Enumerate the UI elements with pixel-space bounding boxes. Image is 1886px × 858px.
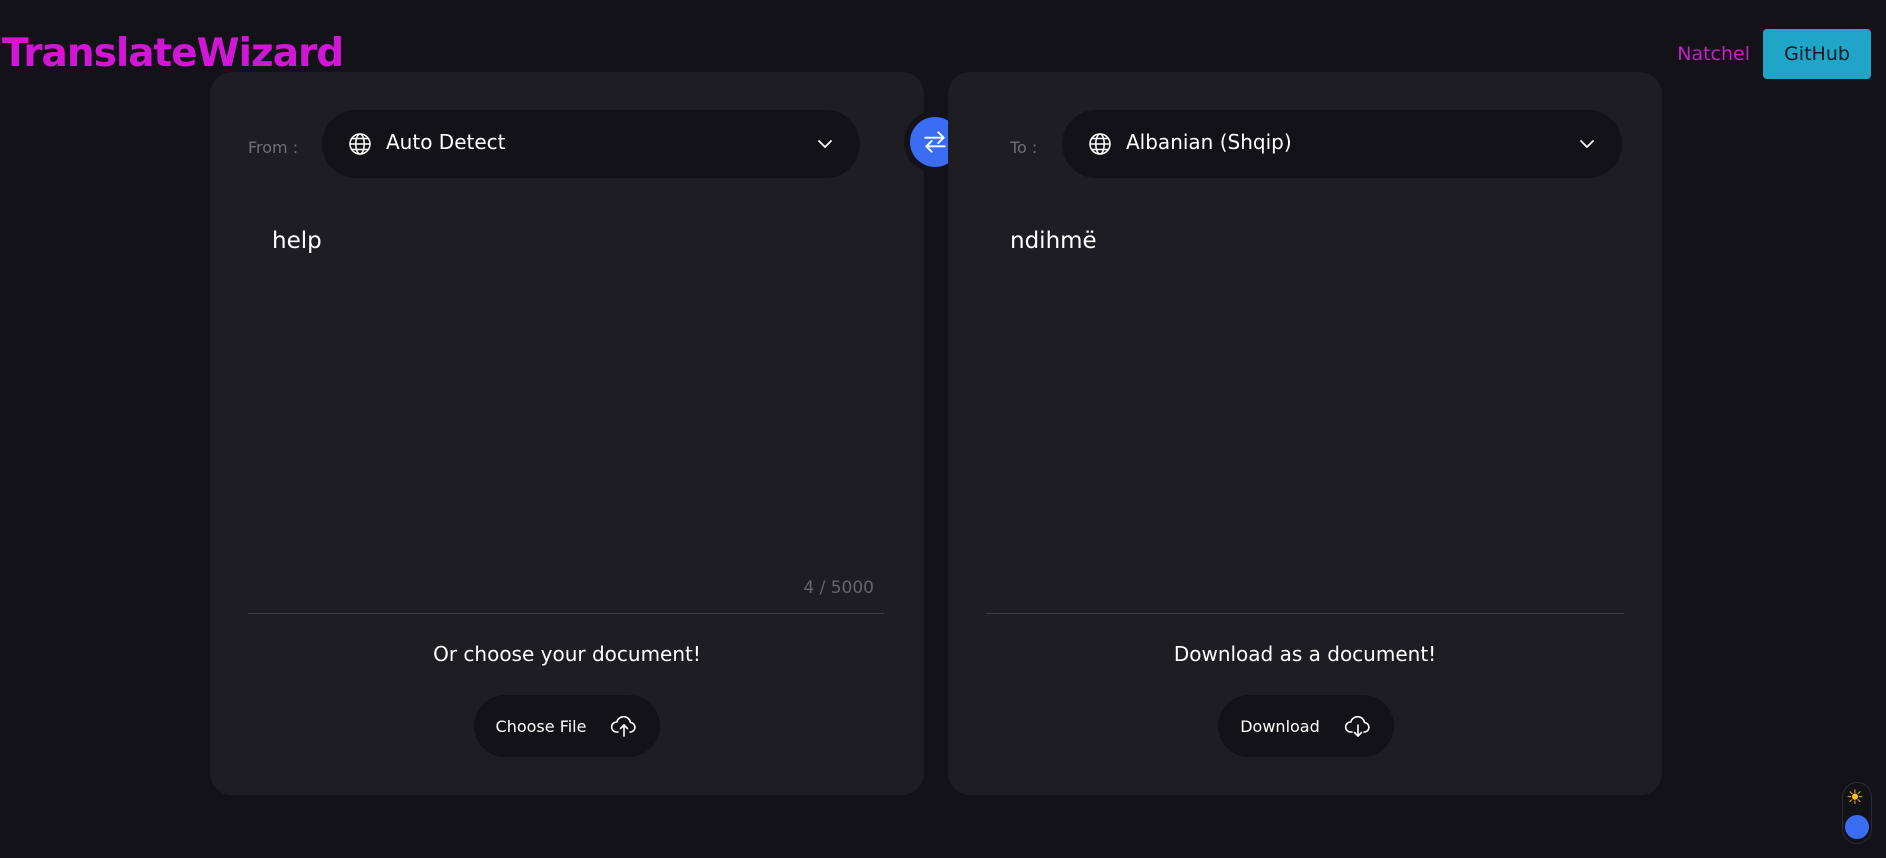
choose-file-label: Choose File [495, 716, 587, 736]
target-panel: To : Albanian (Shqip) ndihmë Download as… [948, 72, 1662, 795]
download-document-caption: Download as a document! [1173, 642, 1437, 666]
source-language-select[interactable]: Auto Detect [322, 110, 860, 178]
translated-text-output: ndihmë [1010, 228, 1097, 254]
download-button[interactable]: Download [1218, 695, 1394, 757]
download-label: Download [1240, 716, 1320, 736]
target-language-row: To : Albanian (Shqip) [948, 110, 1662, 178]
cloud-download-icon [1344, 715, 1370, 737]
swap-icon [924, 131, 946, 153]
from-label: From : [248, 138, 299, 157]
divider [986, 613, 1624, 614]
choose-document-caption: Or choose your document! [433, 642, 701, 666]
globe-icon [1089, 133, 1111, 155]
target-language-value: Albanian (Shqip) [1126, 130, 1292, 154]
character-counter: 4 / 5000 [803, 578, 874, 598]
source-panel: From : Auto Detect help 4 / 5000 Or choo… [210, 72, 924, 795]
divider [248, 613, 884, 614]
chevron-down-icon [1580, 140, 1594, 148]
source-language-row: From : Auto Detect [210, 110, 924, 178]
source-language-value: Auto Detect [386, 130, 506, 154]
choose-file-button[interactable]: Choose File [474, 695, 660, 757]
author-link[interactable]: Natchel [1677, 43, 1750, 65]
sun-icon: ☀ [1846, 785, 1864, 809]
cloud-upload-icon [611, 715, 637, 737]
chevron-down-icon [818, 140, 832, 148]
to-label: To : [1010, 138, 1038, 157]
theme-toggle[interactable]: ☀ [1842, 782, 1872, 844]
source-text-input[interactable]: help [272, 228, 872, 528]
target-language-select[interactable]: Albanian (Shqip) [1062, 110, 1622, 178]
toggle-knob [1845, 815, 1869, 839]
top-nav: Natchel GitHub [1677, 29, 1871, 79]
globe-icon [349, 133, 371, 155]
github-button[interactable]: GitHub [1763, 29, 1871, 79]
